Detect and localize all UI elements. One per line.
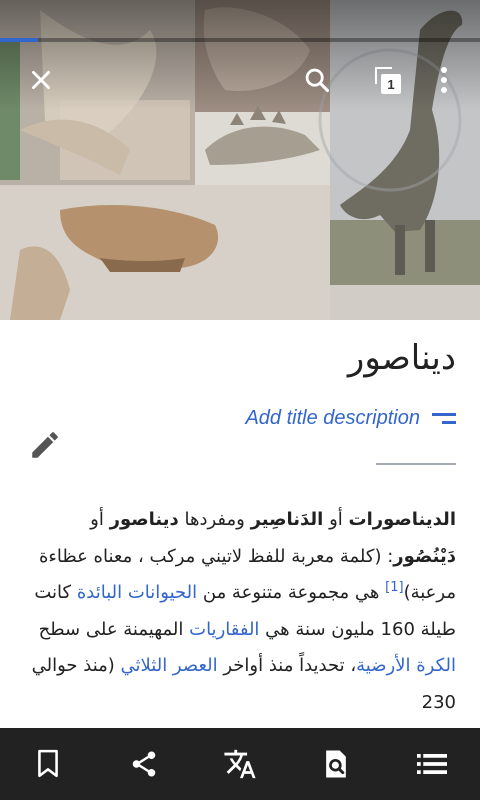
text-run: المهيمنة على سطح — [38, 618, 190, 640]
text-run: هي مجموعة متنوعة من — [197, 582, 386, 603]
close-icon — [32, 71, 50, 89]
find-in-page-icon — [326, 750, 346, 778]
link-triassic[interactable]: العصر الثلاثي — [121, 655, 218, 676]
search-icon — [305, 68, 330, 93]
intro-paragraph: الديناصورات أو الدَناصِير ومفردها ديناصو… — [24, 502, 456, 721]
text-run: أو — [90, 509, 110, 530]
title-divider — [376, 463, 456, 465]
bold-term: الدَناصِير — [250, 509, 324, 530]
table-of-contents-button[interactable] — [384, 728, 480, 800]
edit-button[interactable] — [22, 424, 68, 466]
bold-term: ديناصور — [109, 509, 179, 530]
link-vertebrates[interactable]: الفقاريات — [189, 619, 259, 640]
page-load-progress — [0, 38, 480, 42]
close-button[interactable] — [17, 56, 65, 104]
add-description-label: Add title description — [245, 407, 420, 429]
page-load-progress-fill — [0, 38, 39, 42]
search-button[interactable] — [293, 56, 341, 104]
overflow-menu-button[interactable] — [420, 56, 468, 104]
find-in-page-button[interactable] — [288, 728, 384, 800]
text-run: ومفردها — [178, 509, 251, 530]
text-run: ، تحديداً منذ أواخر — [217, 655, 357, 676]
bold-term: دَيْنُصُور — [393, 545, 456, 567]
tabs-count: 1 — [381, 74, 401, 94]
text-run: أو — [323, 509, 349, 530]
tabs-button[interactable]: 1 — [364, 56, 412, 104]
pencil-icon — [32, 432, 58, 458]
page-title: ديناصور — [347, 338, 456, 378]
bookmark-icon — [38, 749, 58, 778]
language-button[interactable] — [192, 728, 288, 800]
description-lines-icon — [432, 412, 456, 424]
article-body: الديناصورات أو الدَناصِير ومفردها ديناصو… — [24, 502, 456, 721]
share-button[interactable] — [96, 728, 192, 800]
bottom-toolbar — [0, 728, 480, 800]
reference-link[interactable]: [1] — [385, 580, 403, 595]
share-icon — [132, 751, 156, 777]
bookmark-button[interactable] — [0, 728, 96, 800]
link-extinct-animals[interactable]: الحيوانات البائدة — [77, 582, 197, 603]
lead-image[interactable] — [0, 0, 480, 320]
table-of-contents-icon — [417, 754, 447, 774]
link-earth[interactable]: الكرة الأرضية — [356, 655, 456, 676]
more-vertical-icon — [441, 67, 447, 93]
translate-icon — [224, 749, 256, 779]
bold-term: الديناصورات — [348, 509, 457, 530]
add-description-button[interactable]: Add title description — [245, 407, 456, 430]
